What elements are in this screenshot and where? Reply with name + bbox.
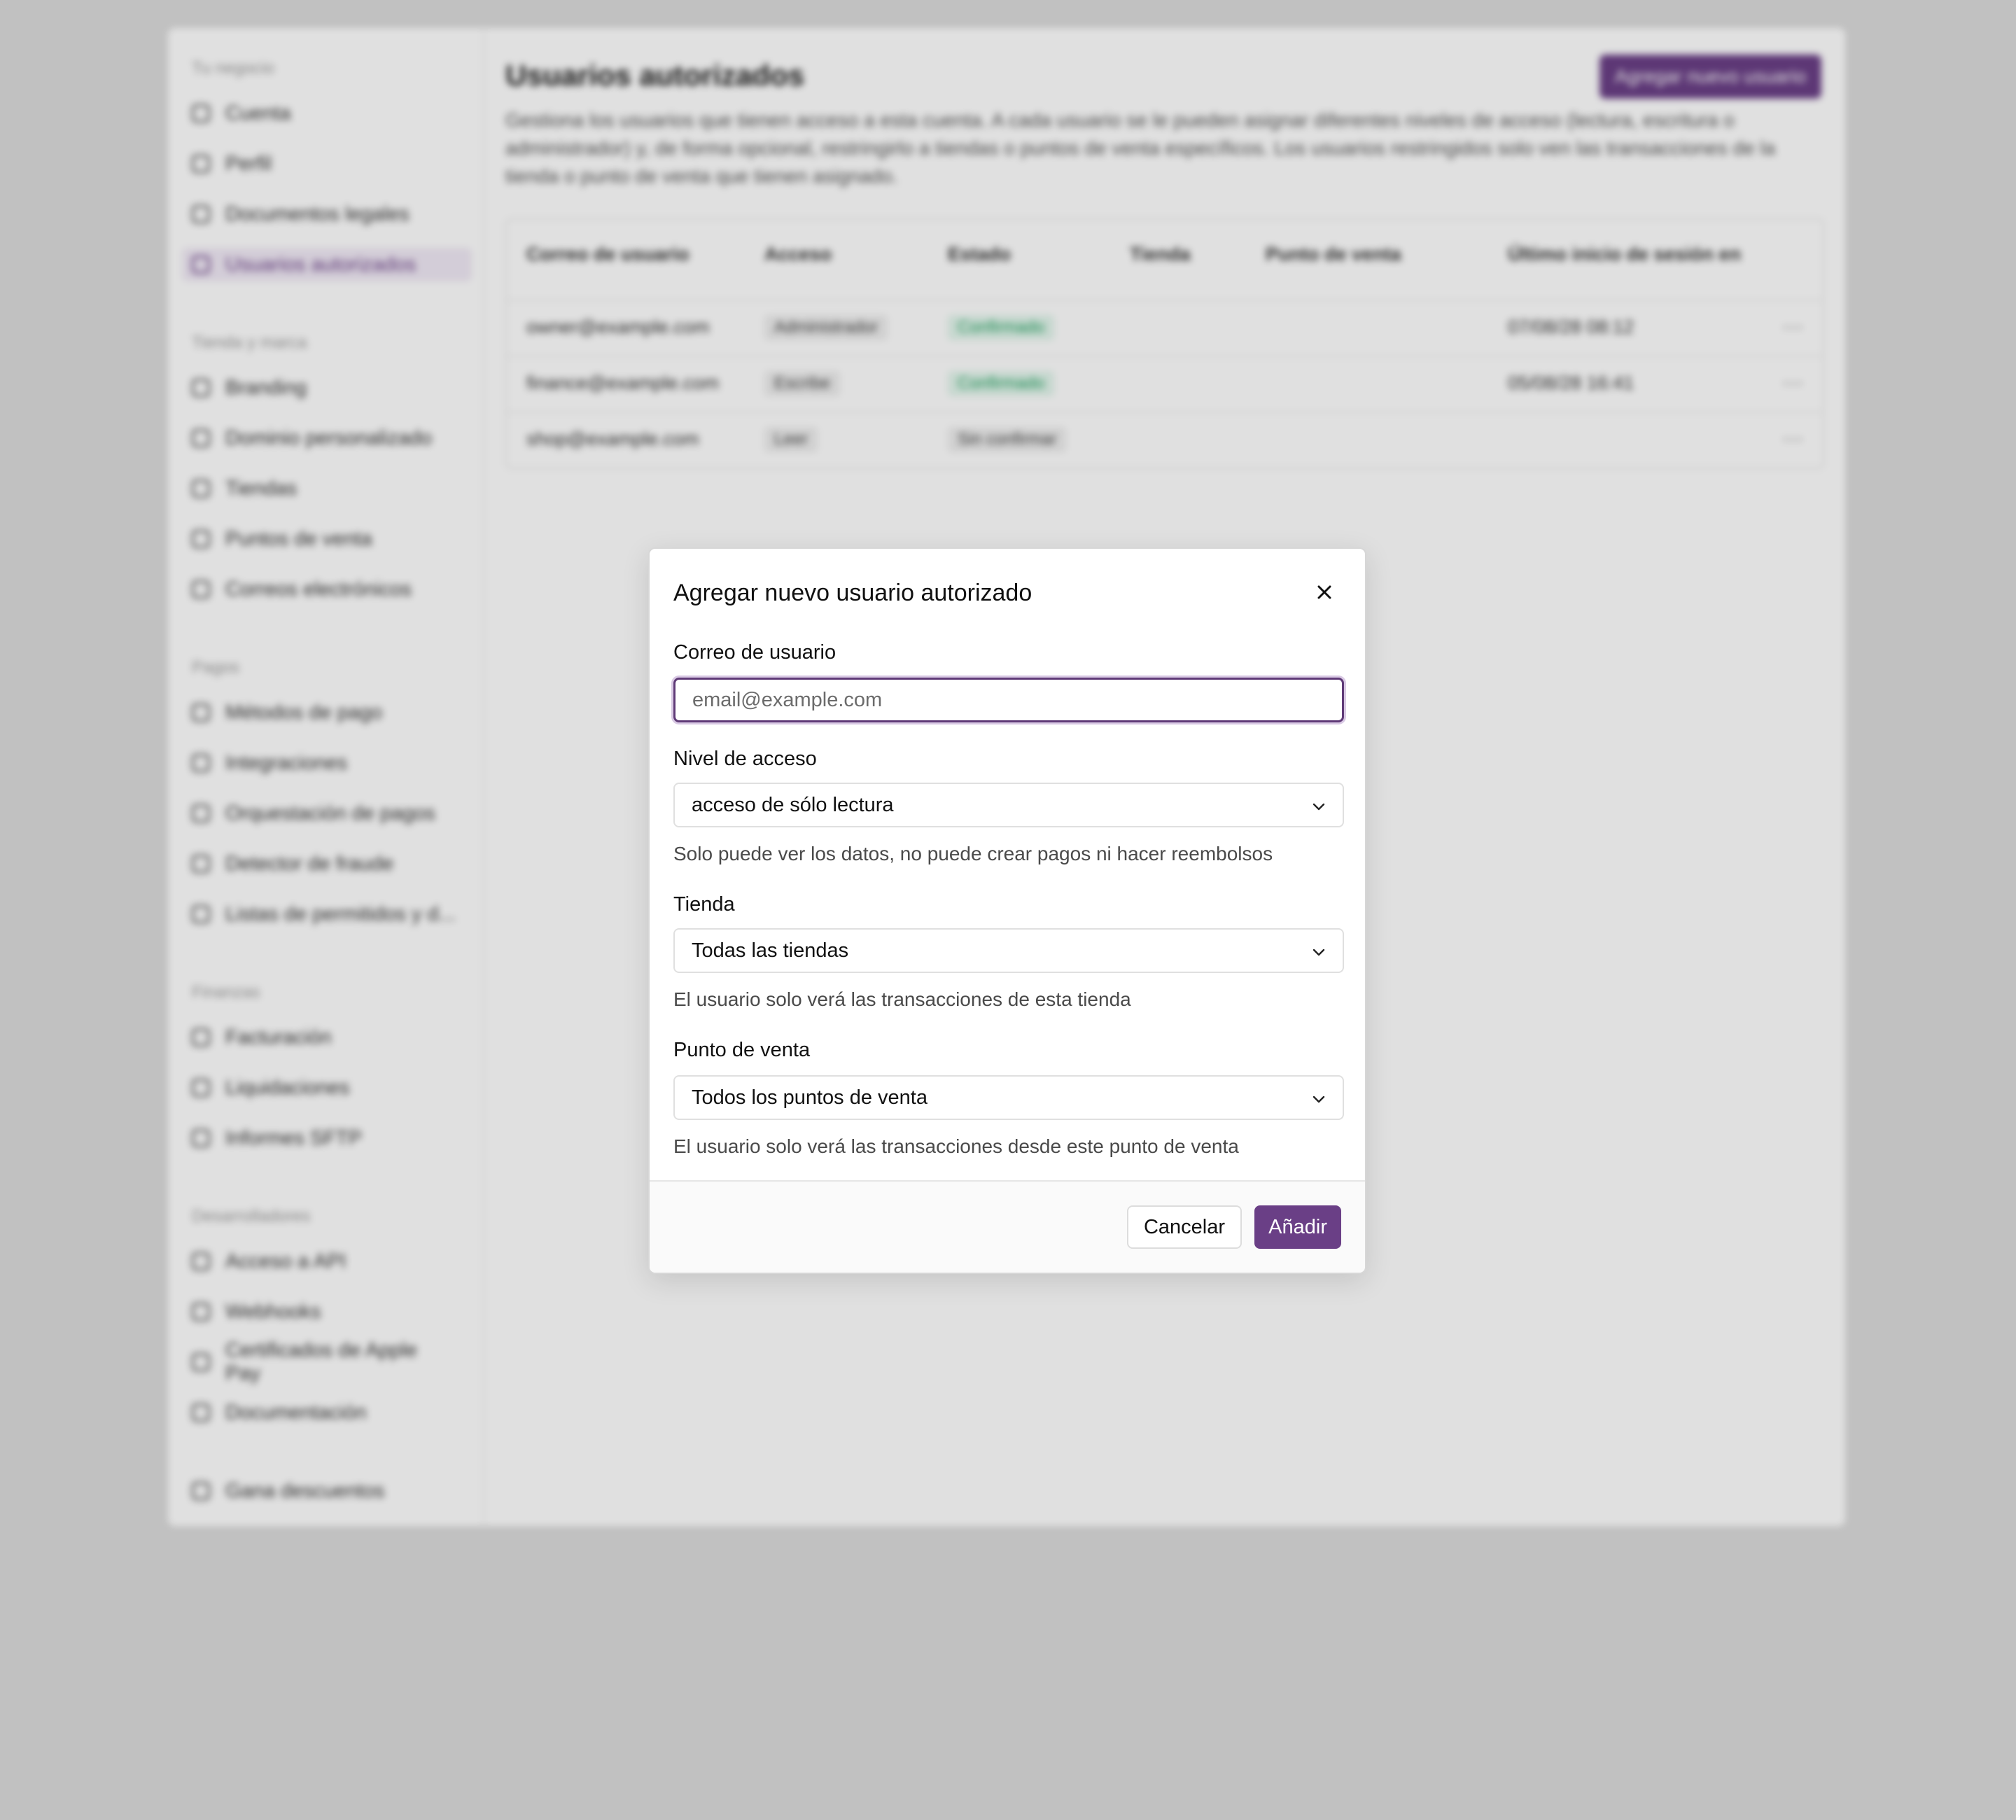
chevron-down-icon [1312, 1096, 1325, 1103]
store-label: Tienda [673, 893, 735, 916]
email-label: Correo de usuario [673, 641, 836, 664]
add-user-modal: Agregar nuevo usuario autorizado Correo … [648, 547, 1366, 1274]
add-button[interactable]: Añadir [1254, 1205, 1341, 1249]
pos-select[interactable]: Todos los puntos de venta [673, 1075, 1344, 1120]
email-field[interactable] [673, 678, 1344, 722]
pos-help-text: El usuario solo verá las transacciones d… [673, 1135, 1239, 1157]
store-help-text: El usuario solo verá las transacciones d… [673, 988, 1131, 1010]
modal-title: Agregar nuevo usuario autorizado [673, 580, 1032, 606]
access-help-text: Solo puede ver los datos, no puede crear… [673, 843, 1273, 864]
pos-label: Punto de venta [673, 1039, 811, 1061]
pos-value: Todos los puntos de venta [692, 1086, 927, 1109]
modal-footer: Cancelar Añadir [650, 1180, 1365, 1273]
cancel-button[interactable]: Cancelar [1126, 1205, 1242, 1249]
chevron-down-icon [1312, 948, 1325, 956]
access-level-value: acceso de sólo lectura [692, 793, 894, 816]
store-value: Todas las tiendas [692, 939, 849, 962]
chevron-down-icon [1312, 803, 1325, 811]
close-button[interactable] [1309, 577, 1340, 608]
close-icon [1317, 585, 1331, 599]
store-select[interactable]: Todas las tiendas [673, 928, 1344, 973]
access-level-select[interactable]: acceso de sólo lectura [673, 783, 1344, 827]
access-label: Nivel de acceso [673, 748, 817, 770]
